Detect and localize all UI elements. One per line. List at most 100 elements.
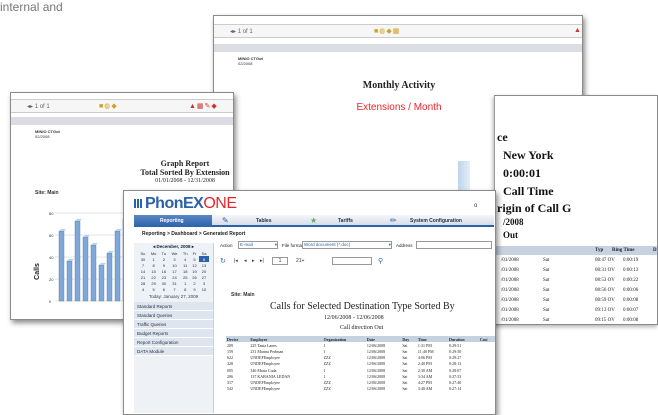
corner-text: internal and: [0, 0, 63, 14]
action-bar: Action E-mail ▾ File format Word document…: [220, 241, 492, 251]
page-total: 21+: [296, 258, 305, 264]
row-date: /01/2008: [501, 268, 519, 273]
tariffs-icon: ★: [310, 216, 318, 225]
logo-text: PhonEX: [145, 195, 204, 212]
org-label: MINIO CTGot 02/2008: [35, 129, 60, 139]
detail-line: ce: [497, 130, 508, 144]
toolbar-icons[interactable]: ■◍◆: [99, 102, 118, 110]
nav-item[interactable]: DATA Module: [134, 347, 213, 356]
chart-bar-top: [99, 263, 106, 265]
row-day: Sat: [543, 318, 550, 323]
nav-arrows-icon[interactable]: ◂▸: [230, 29, 238, 35]
prev-page-icon[interactable]: ◂: [244, 258, 247, 264]
chart-bar-top: [83, 235, 90, 237]
calendar-day[interactable]: 8: [180, 286, 189, 292]
row-time: 09:13 OV: [595, 308, 615, 313]
calendar-today[interactable]: Today: January 27, 2009: [134, 294, 213, 302]
chart-bar-top: [115, 229, 122, 231]
nav-arrows-icon[interactable]: ◂▸: [27, 104, 35, 110]
row-date: /01/2008: [501, 298, 519, 303]
calendar-day[interactable]: 6: [159, 286, 168, 292]
close-icon[interactable]: o: [474, 203, 477, 209]
report-direction: Call direction Out: [340, 325, 384, 331]
next-month-icon[interactable]: ▸: [191, 244, 194, 249]
tab-bar: Reporting ✎ Tables ★ Tariffs ✏ System Co…: [134, 215, 494, 227]
search-icon[interactable]: ⚲: [378, 257, 383, 265]
row-date: /01/2008: [501, 308, 519, 313]
row-ring: 0:00:06: [623, 288, 639, 293]
page-input[interactable]: 1: [272, 257, 288, 265]
table-cell: 12/06/2008: [366, 386, 386, 392]
logo-icon: [134, 199, 143, 208]
chart-bar: [90, 244, 97, 302]
detail-line: rigin of Call G: [497, 201, 572, 215]
calendar-day[interactable]: 4: [138, 286, 148, 292]
chart-bar: [66, 260, 73, 302]
nav-menu: Standard Reports Standard Queries Traffic …: [134, 302, 213, 356]
export-icons[interactable]: ▲▦✎◆: [189, 102, 218, 110]
report-toolbar: ◂▸ 1 of 1 ■◍◆ ▲▦✎◆: [11, 99, 233, 113]
pager: ↻ |◂ ◂ ▸ ▸| 1 21+ ⚲: [220, 257, 460, 267]
action-select[interactable]: E-mail ▾: [238, 241, 278, 249]
last-page-icon[interactable]: ▸|: [260, 258, 264, 264]
col-d: D: [653, 248, 657, 253]
row-ring: 0:00:08: [623, 318, 639, 323]
grey-band: [214, 44, 582, 52]
nav-item[interactable]: Traffic Queries: [134, 320, 213, 329]
row-time: 08:31 OV: [595, 268, 615, 273]
tab-label: Reporting: [160, 218, 184, 224]
breadcrumb[interactable]: Reporting > Dashboard > Generated Report: [142, 231, 245, 237]
detail-line: /2008: [503, 217, 524, 227]
calendar-day[interactable]: 10: [199, 286, 209, 292]
tab-tariffs[interactable]: Tariffs: [338, 218, 353, 224]
config-icon: ✏: [390, 216, 397, 225]
chart-bar: [114, 230, 121, 302]
row-ring: 0:00:19: [623, 258, 639, 263]
table-row[interactable]: 542 UNDEFEmployee ZZZ 12/06/2008 Sat 3:40 AM 0…: [226, 386, 495, 392]
table-cell: 0:27:14: [449, 386, 462, 392]
row-date: /01/2008: [501, 278, 519, 283]
row-ring: 0:00:08: [623, 298, 639, 303]
action-label: Action: [220, 243, 233, 248]
find-input[interactable]: [332, 257, 372, 265]
phonex-app-window: PhonEXONE o Reporting ✎ Tables ★ Tariffs…: [123, 190, 496, 415]
format-label: File format: [282, 243, 304, 248]
tab-reporting[interactable]: Reporting: [134, 215, 212, 227]
calendar-month: December, 2008: [156, 244, 191, 249]
nav-item[interactable]: Report Configuration: [134, 338, 213, 347]
graph-title: Graph Report: [160, 159, 210, 168]
nav-item[interactable]: Standard Queries: [134, 311, 213, 320]
row-time: 08:53 OV: [595, 278, 615, 283]
chart-bar: [98, 264, 105, 302]
next-page-icon[interactable]: ▸: [252, 258, 255, 264]
nav-item[interactable]: Standard Reports: [134, 302, 213, 311]
row-day: Sat: [543, 288, 550, 293]
format-select[interactable]: Word document (*.doc) ▾: [302, 241, 392, 249]
tables-icon: ✎: [222, 216, 229, 225]
refresh-icon[interactable]: ↻: [220, 257, 226, 265]
report-title: Monthly Activity: [362, 80, 436, 91]
toolbar-icons[interactable]: ■◍◆▦: [374, 27, 400, 35]
print-icon[interactable]: ▲: [574, 27, 582, 34]
row-date: /01/2008: [501, 318, 519, 323]
left-panel: ◂ December, 2008 ▸ Su Mo Tu We Th Fr Sa 30 1 2 3 4 5…: [134, 243, 214, 413]
row-time: 08:59 OV: [595, 298, 615, 303]
chart-bar: [82, 236, 89, 302]
tab-tables[interactable]: Tables: [256, 218, 271, 224]
calendar-day[interactable]: 7: [168, 286, 180, 292]
svg-text:80: 80: [49, 211, 54, 216]
detail-line: Call Time: [503, 184, 554, 198]
table-cell: 3:40 AM: [417, 386, 433, 392]
col-type: Typ: [595, 248, 604, 253]
address-input[interactable]: [416, 241, 492, 249]
calendar-day[interactable]: 5: [148, 286, 159, 292]
tab-system-configuration[interactable]: System Configuration: [410, 218, 462, 224]
calendar-day[interactable]: 9: [190, 286, 199, 292]
row-day: Sat: [543, 298, 550, 303]
first-page-icon[interactable]: |◂: [234, 258, 238, 264]
nav-item[interactable]: Budget Reports: [134, 329, 213, 338]
row-day: Sat: [543, 278, 550, 283]
chart-bar-top: [75, 219, 82, 221]
graph-subtitle: Total Sorted By Extension: [140, 168, 230, 177]
calendar-grid[interactable]: Su Mo Tu We Th Fr Sa 30 1 2 3 4 5 6 7 8 9 10 11 12 13 14 15 16 1…: [134, 251, 213, 292]
